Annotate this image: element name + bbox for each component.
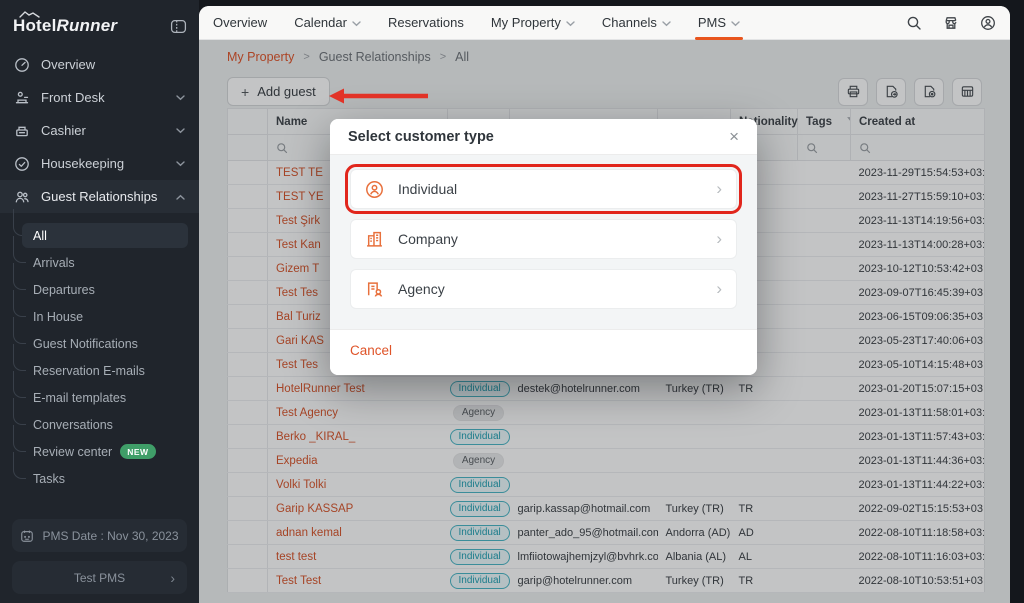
customer-type-option-company[interactable]: Company › [350, 219, 737, 259]
sidebar-subitem-arrivals[interactable]: Arrivals [0, 249, 199, 276]
tab-overview[interactable]: Overview [213, 6, 267, 40]
chevron-right-icon: › [716, 279, 722, 299]
search-icon[interactable] [906, 15, 922, 31]
tab-channels[interactable]: Channels [602, 6, 671, 40]
option-label: Agency [398, 281, 445, 297]
tab-label: Calendar [294, 15, 347, 30]
company-icon [365, 230, 384, 249]
cancel-button[interactable]: Cancel [350, 343, 392, 358]
sidebar-subitem-review-center[interactable]: Review center NEW [0, 438, 199, 465]
agency-icon [365, 280, 384, 299]
sidebar-subitem-guest-notifications[interactable]: Guest Notifications [0, 330, 199, 357]
sidebar-item-label: Overview [41, 57, 95, 72]
chevron-right-icon: › [716, 179, 722, 199]
chevron-down-icon [731, 21, 740, 27]
sidebar-subitem-conversations[interactable]: Conversations [0, 411, 199, 438]
annotation-arrow [327, 86, 433, 106]
sidebar-item-front-desk[interactable]: Front Desk [0, 81, 199, 114]
front-desk-icon [14, 90, 30, 106]
chevron-down-icon [566, 21, 575, 27]
sidebar-item-label: Guest Relationships [41, 189, 157, 204]
chevron-down-icon [176, 95, 185, 101]
logo-roof-icon [19, 11, 41, 18]
sidebar-item-label: Cashier [41, 123, 86, 138]
sidebar-item-overview[interactable]: Overview [0, 48, 199, 81]
sidebar-subitem-reservation-e-mails[interactable]: Reservation E-mails [0, 357, 199, 384]
marketplace-icon[interactable] [943, 15, 959, 31]
sidebar-item-label: Housekeeping [41, 156, 124, 171]
app-root: HotelRunner Overview Front Desk Cashier Hou… [0, 0, 1024, 603]
chevron-down-icon [176, 161, 185, 167]
tab-label: My Property [491, 15, 561, 30]
sidebar-subitem-tasks[interactable]: Tasks [0, 465, 199, 492]
tab-label: Channels [602, 15, 657, 30]
chevron-right-icon: › [170, 570, 175, 586]
new-badge: NEW [120, 444, 155, 459]
customer-type-option-agency[interactable]: Agency › [350, 269, 737, 309]
sidebar-item-cashier[interactable]: Cashier [0, 114, 199, 147]
sidebar-subitem-label: Tasks [33, 472, 65, 486]
select-customer-type-modal: Select customer type × Individual›Compan… [330, 119, 757, 375]
close-icon[interactable]: × [729, 128, 739, 145]
chevron-down-icon [662, 21, 671, 27]
test-pms-button[interactable]: Test PMS › [12, 561, 187, 594]
chevron-up-icon [176, 194, 185, 200]
sidebar-subitem-in-house[interactable]: In House [0, 303, 199, 330]
sidebar: HotelRunner Overview Front Desk Cashier Hou… [0, 0, 199, 603]
chevron-down-icon [352, 21, 361, 27]
sidebar-subitem-label: In House [33, 310, 83, 324]
top-navigation: Overview Calendar Reservations My Property C… [199, 6, 1010, 40]
modal-title: Select customer type [348, 129, 494, 145]
housekeeping-icon [14, 156, 30, 172]
sidebar-subitem-label: E-mail templates [33, 391, 126, 405]
cashier-icon [14, 123, 30, 139]
individual-icon [365, 180, 384, 199]
tab-calendar[interactable]: Calendar [294, 6, 361, 40]
tab-label: PMS [698, 15, 726, 30]
topnav-right-icons [906, 15, 996, 31]
sidebar-subitem-e-mail-templates[interactable]: E-mail templates [0, 384, 199, 411]
option-label: Individual [398, 181, 457, 197]
calendar-icon [20, 529, 34, 543]
test-pms-label: Test PMS [74, 571, 125, 585]
sidebar-subitem-label: Review center [33, 445, 112, 459]
sidebar-collapse-icon[interactable] [170, 18, 187, 35]
chevron-down-icon [176, 128, 185, 134]
sidebar-subitem-label: Arrivals [33, 256, 75, 270]
tab-label: Overview [213, 15, 267, 30]
tab-reservations[interactable]: Reservations [388, 6, 464, 40]
guests-icon [14, 189, 30, 205]
main-panel: Overview Calendar Reservations My Property C… [199, 6, 1010, 603]
tab-pms[interactable]: PMS [698, 6, 740, 40]
sidebar-subitem-label: Departures [33, 283, 95, 297]
sidebar-nav: Overview Front Desk Cashier Housekeeping Gue… [0, 48, 199, 213]
option-label: Company [398, 231, 458, 247]
sidebar-item-housekeeping[interactable]: Housekeeping [0, 147, 199, 180]
gauge-icon [14, 57, 30, 73]
pms-date-label: PMS Date : Nov 30, 2023 [42, 529, 178, 543]
tab-my-property[interactable]: My Property [491, 6, 575, 40]
sidebar-item-label: Front Desk [41, 90, 105, 105]
sidebar-subitem-label: Conversations [33, 418, 113, 432]
sidebar-subitem-departures[interactable]: Departures [0, 276, 199, 303]
customer-type-option-individual[interactable]: Individual › [350, 169, 737, 209]
hotelrunner-logo: HotelRunner [13, 16, 117, 36]
tab-label: Reservations [388, 15, 464, 30]
chevron-right-icon: › [716, 229, 722, 249]
account-icon[interactable] [980, 15, 996, 31]
pms-date-button[interactable]: PMS Date : Nov 30, 2023 [12, 519, 187, 552]
sidebar-subnav: All Arrivals Departures In House Guest Notif… [0, 213, 199, 492]
content-area: My Property>Guest Relationships>All + Ad… [199, 40, 1010, 603]
sidebar-subitem-all[interactable]: All [0, 222, 199, 249]
sidebar-subitem-label: All [33, 229, 47, 243]
sidebar-subitem-label: Reservation E-mails [33, 364, 145, 378]
sidebar-item-guest-relationships[interactable]: Guest Relationships [0, 180, 199, 213]
sidebar-subitem-label: Guest Notifications [33, 337, 138, 351]
